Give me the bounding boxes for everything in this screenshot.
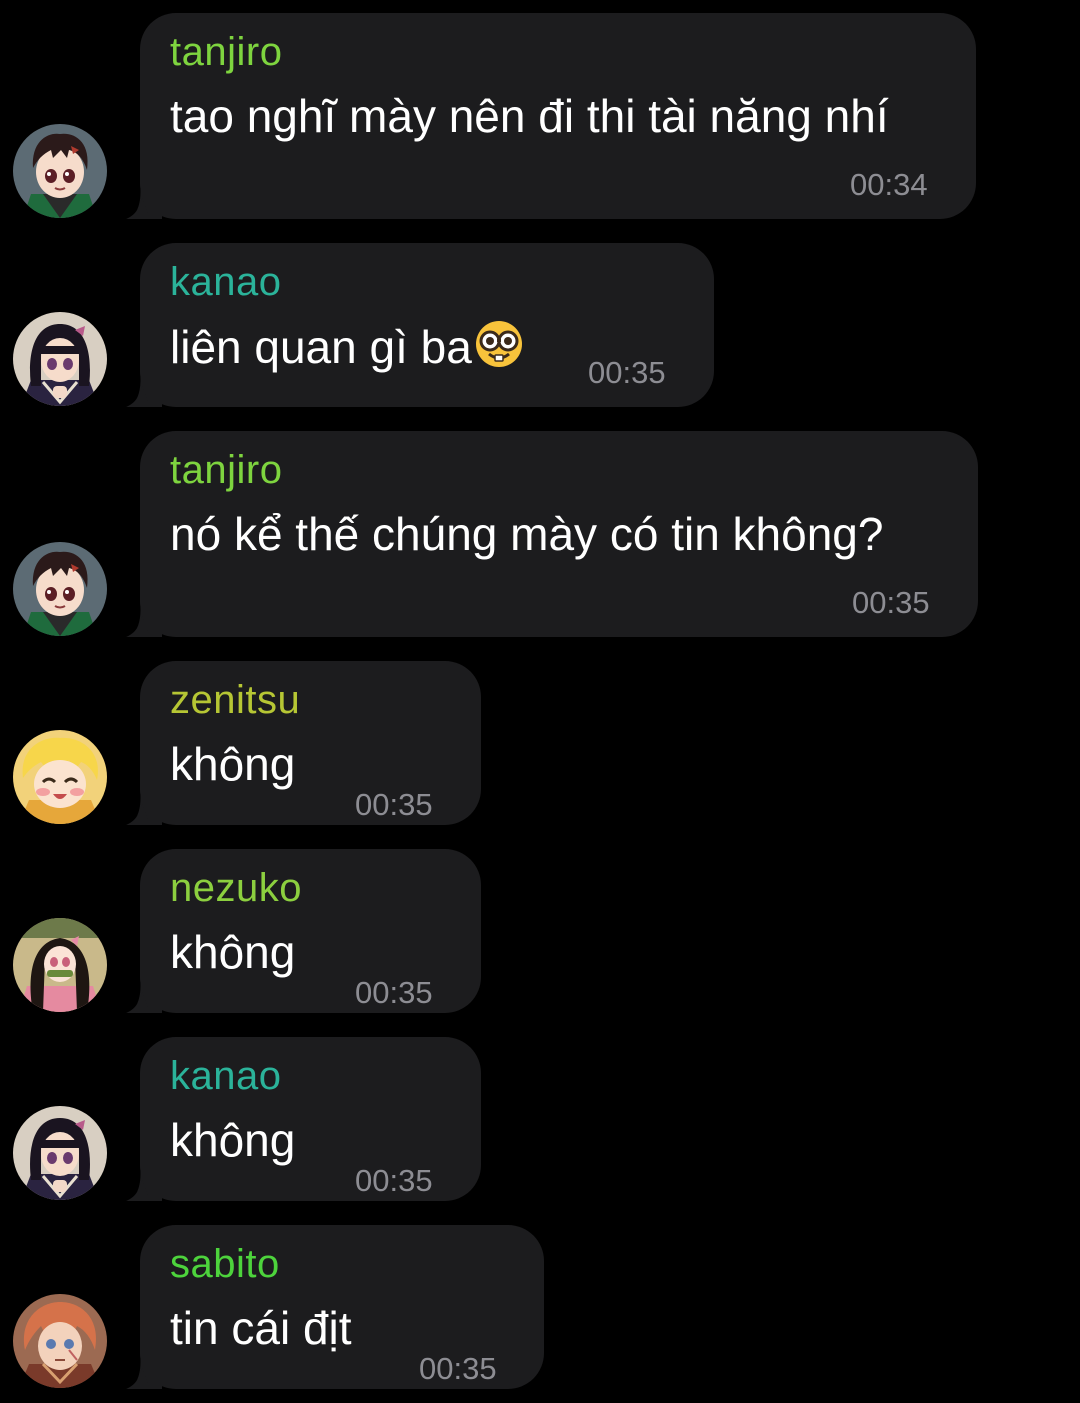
message-bubble[interactable]: tanjiro nó kể thế chúng mày có tin không… <box>140 431 978 637</box>
message-bubble[interactable]: kanao không 00:35 <box>140 1037 481 1201</box>
bubble-tail <box>122 371 162 407</box>
sender-name[interactable]: tanjiro <box>170 29 282 75</box>
message-row: sabito tin cái địt 00:35 <box>0 1212 1080 1403</box>
message-text-content: liên quan gì ba <box>170 321 472 373</box>
chat-message-list[interactable]: tanjiro tao nghĩ mày nên đi thi tài năng… <box>0 0 1080 1403</box>
message-row: tanjiro tao nghĩ mày nên đi thi tài năng… <box>0 0 1080 230</box>
message-bubble[interactable]: nezuko không 00:35 <box>140 849 481 1013</box>
sender-name[interactable]: sabito <box>170 1241 280 1287</box>
message-row: tanjiro nó kể thế chúng mày có tin không… <box>0 418 1080 648</box>
sender-name[interactable]: nezuko <box>170 865 302 911</box>
message-row: kanao không 00:35 <box>0 1024 1080 1212</box>
sender-name[interactable]: tanjiro <box>170 447 282 493</box>
message-timestamp: 00:35 <box>355 975 433 1010</box>
bubble-tail <box>122 789 162 825</box>
sabito-avatar[interactable] <box>13 1294 107 1388</box>
message-timestamp: 00:35 <box>588 355 666 390</box>
message-timestamp: 00:35 <box>852 585 930 620</box>
message-timestamp: 00:35 <box>419 1351 497 1386</box>
message-text: tao nghĩ mày nên đi thi tài năng nhí <box>170 90 889 142</box>
bubble-tail <box>122 183 162 219</box>
message-text: liên quan gì ba <box>170 319 524 374</box>
message-text: không <box>170 926 296 978</box>
message-row: zenitsu không 00:35 <box>0 648 1080 836</box>
message-text: tin cái địt <box>170 1302 352 1354</box>
nezuko-avatar[interactable] <box>13 918 107 1012</box>
bubble-tail <box>122 1165 162 1201</box>
message-timestamp: 00:34 <box>850 167 928 202</box>
message-row: kanao liên quan gì ba 00:35 <box>0 230 1080 418</box>
message-text: nó kể thế chúng mày có tin không? <box>170 508 884 560</box>
tanjiro-avatar[interactable] <box>13 124 107 218</box>
bubble-tail <box>122 601 162 637</box>
kanao-avatar[interactable] <box>13 312 107 406</box>
tanjiro-avatar[interactable] <box>13 542 107 636</box>
nerd-face-emoji-icon <box>474 319 524 369</box>
sender-name[interactable]: kanao <box>170 259 281 305</box>
message-text: không <box>170 1114 296 1166</box>
message-text: không <box>170 738 296 790</box>
message-bubble[interactable]: tanjiro tao nghĩ mày nên đi thi tài năng… <box>140 13 976 219</box>
sender-name[interactable]: kanao <box>170 1053 281 1099</box>
message-timestamp: 00:35 <box>355 1163 433 1198</box>
sender-name[interactable]: zenitsu <box>170 677 300 723</box>
message-bubble[interactable]: sabito tin cái địt 00:35 <box>140 1225 544 1389</box>
kanao-avatar[interactable] <box>13 1106 107 1200</box>
bubble-tail <box>122 977 162 1013</box>
bubble-tail <box>122 1353 162 1389</box>
zenitsu-avatar[interactable] <box>13 730 107 824</box>
message-bubble[interactable]: kanao liên quan gì ba 00:35 <box>140 243 714 407</box>
message-timestamp: 00:35 <box>355 787 433 822</box>
message-row: nezuko không 00:35 <box>0 836 1080 1024</box>
message-bubble[interactable]: zenitsu không 00:35 <box>140 661 481 825</box>
